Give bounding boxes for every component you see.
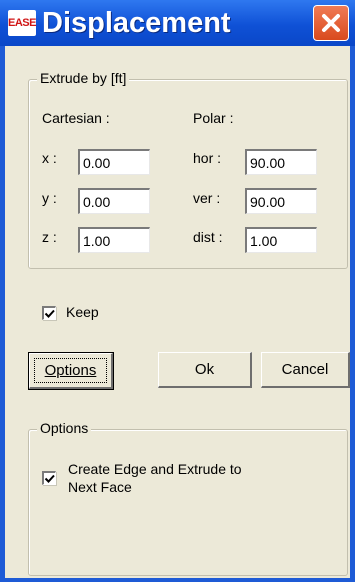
- cancel-button[interactable]: Cancel: [261, 352, 350, 388]
- create-edge-checkbox[interactable]: [42, 471, 56, 485]
- displacement-dialog: EASE Displacement Extrude by [ft] Cartes…: [0, 0, 355, 582]
- cancel-button-label: Cancel: [281, 361, 329, 378]
- hor-input[interactable]: [245, 149, 317, 175]
- title-bar[interactable]: EASE Displacement: [0, 0, 355, 46]
- z-input[interactable]: [78, 227, 150, 253]
- create-edge-label-line1: Create Edge and Extrude to: [68, 461, 242, 477]
- ease-logo-icon: EASE: [8, 10, 36, 36]
- options-group-label: Options: [37, 420, 92, 436]
- ok-button[interactable]: Ok: [158, 352, 252, 388]
- focus-indicator: [34, 358, 107, 383]
- hor-label: hor :: [193, 150, 222, 166]
- extrude-group-label: Extrude by [ft]: [37, 70, 130, 86]
- create-edge-label-line2: Next Face: [68, 479, 132, 495]
- dist-label: dist :: [193, 229, 223, 245]
- cartesian-heading: Cartesian :: [42, 110, 110, 126]
- checkmark-icon: [44, 474, 55, 483]
- x-input[interactable]: [78, 149, 150, 175]
- app-icon-text: EASE: [8, 17, 36, 29]
- options-button[interactable]: Options: [28, 352, 114, 390]
- dist-input[interactable]: [245, 227, 317, 253]
- x-label: x :: [42, 150, 57, 166]
- close-button[interactable]: [313, 5, 349, 41]
- window-title: Displacement: [42, 7, 231, 39]
- keep-label[interactable]: Keep: [66, 304, 99, 320]
- ver-label: ver :: [193, 190, 221, 206]
- checkmark-icon: [44, 309, 55, 318]
- dialog-body: Extrude by [ft] Cartesian : Polar : x : …: [5, 46, 350, 578]
- options-group: Options: [28, 420, 348, 576]
- y-label: y :: [42, 190, 57, 206]
- ok-button-label: Ok: [194, 361, 215, 378]
- y-input[interactable]: [78, 188, 150, 214]
- keep-checkbox[interactable]: [42, 306, 56, 320]
- z-label: z :: [42, 229, 57, 245]
- close-icon: [322, 14, 340, 32]
- polar-heading: Polar :: [193, 110, 234, 126]
- create-edge-label[interactable]: Create Edge and Extrude to Next Face: [68, 460, 242, 496]
- ver-input[interactable]: [245, 188, 317, 214]
